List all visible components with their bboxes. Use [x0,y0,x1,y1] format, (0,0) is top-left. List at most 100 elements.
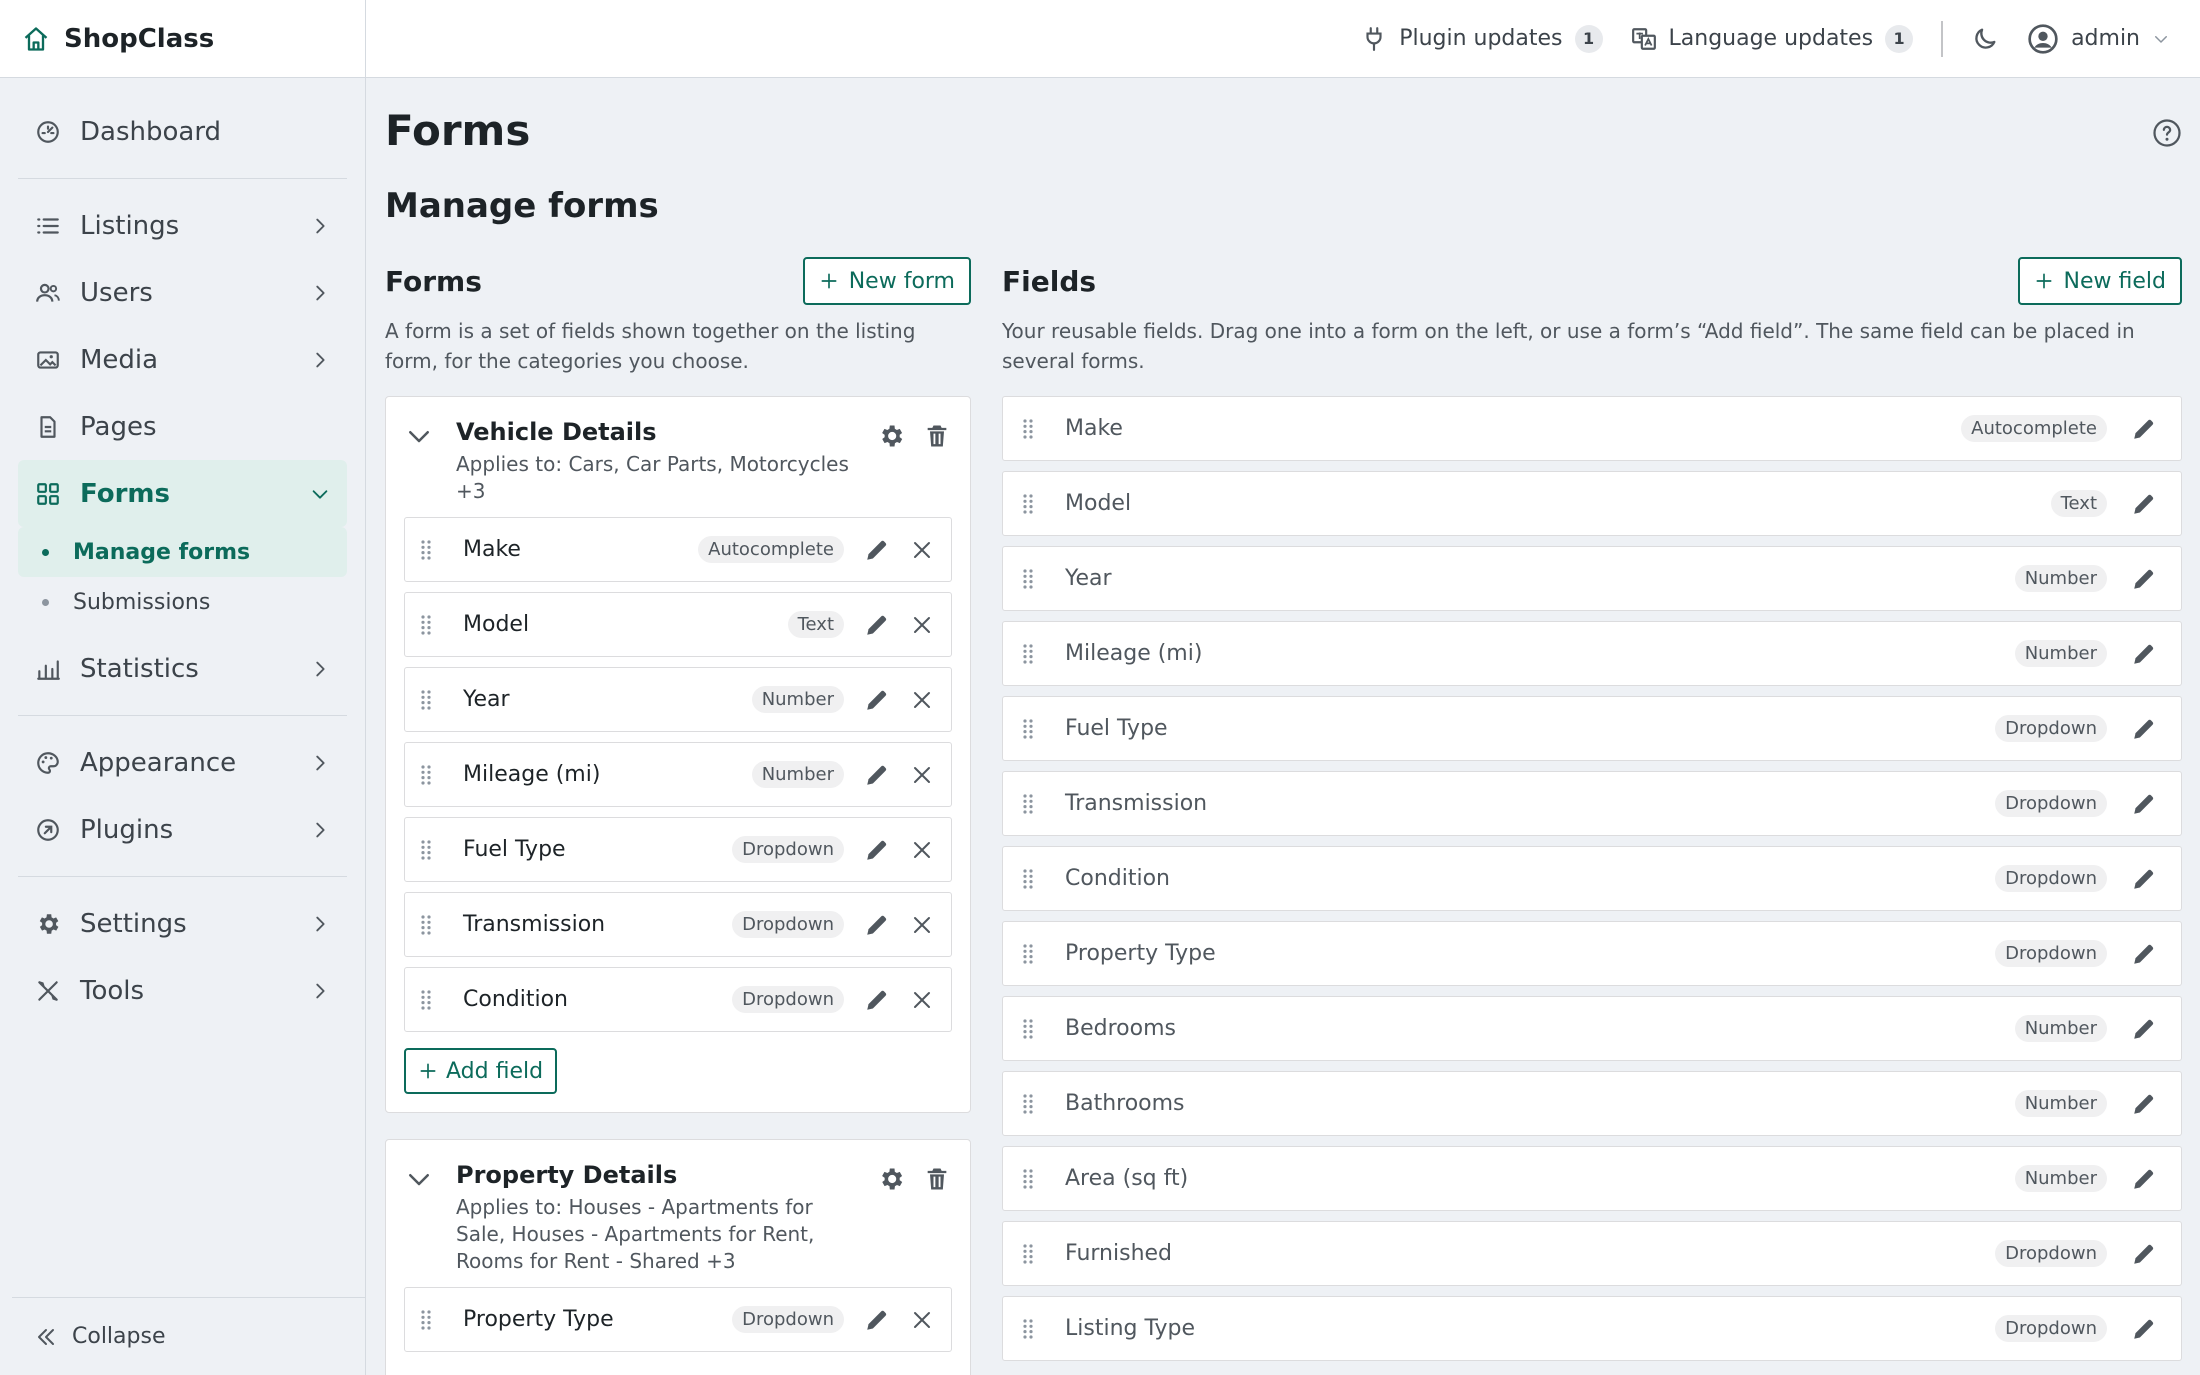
form-field-row[interactable]: Year Number [404,667,952,732]
form-field-row[interactable]: Mileage (mi) Number [404,742,952,807]
drag-handle-icon[interactable] [419,539,433,561]
remove-field-button[interactable] [907,535,937,565]
field-library-row[interactable]: Mileage (mi) Number [1002,621,2182,686]
sidebar-item-appearance[interactable]: Appearance [18,729,347,796]
drag-handle-icon[interactable] [419,914,433,936]
user-menu[interactable]: admin [2027,23,2170,55]
edit-field-button[interactable] [2129,1164,2159,1194]
sidebar-item-statistics[interactable]: Statistics [18,635,347,702]
plugin-updates-button[interactable]: Plugin updates 1 [1361,24,1603,53]
edit-field-button[interactable] [2129,714,2159,744]
delete-form-button[interactable] [922,421,952,451]
field-library-row[interactable]: Furnished Dropdown [1002,1221,2182,1286]
form-field-row[interactable]: Condition Dropdown [404,967,952,1032]
drag-handle-icon[interactable] [1021,1168,1035,1190]
chevron-down-icon[interactable] [404,1164,434,1194]
drag-handle-icon[interactable] [1021,1243,1035,1265]
edit-field-button[interactable] [2129,939,2159,969]
field-library-row[interactable]: Property Type Dropdown [1002,921,2182,986]
form-field-row[interactable]: Make Autocomplete [404,517,952,582]
form-settings-button[interactable] [876,421,906,451]
remove-field-button[interactable] [907,610,937,640]
form-field-row[interactable]: Transmission Dropdown [404,892,952,957]
edit-field-button[interactable] [862,610,892,640]
edit-field-button[interactable] [2129,639,2159,669]
drag-handle-icon[interactable] [1021,718,1035,740]
sidebar-item-dashboard[interactable]: Dashboard [18,98,347,165]
edit-field-button[interactable] [2129,1014,2159,1044]
remove-field-button[interactable] [907,685,937,715]
drag-handle-icon[interactable] [1021,643,1035,665]
drag-handle-icon[interactable] [1021,793,1035,815]
form-field-row[interactable]: Property Type Dropdown [404,1287,952,1352]
remove-field-button[interactable] [907,985,937,1015]
sidebar-item-settings[interactable]: Settings [18,890,347,957]
edit-field-button[interactable] [862,535,892,565]
sidebar-item-tools[interactable]: Tools [18,957,347,1024]
drag-handle-icon[interactable] [1021,493,1035,515]
collapse-button[interactable]: Collapse [12,1297,365,1375]
edit-field-button[interactable] [862,1305,892,1335]
form-field-row[interactable]: Model Text [404,592,952,657]
new-form-button[interactable]: New form [802,257,971,305]
edit-field-button[interactable] [2129,864,2159,894]
drag-handle-icon[interactable] [1021,1318,1035,1340]
remove-field-button[interactable] [907,1305,937,1335]
form-settings-button[interactable] [876,1164,906,1194]
field-library-row[interactable]: Bedrooms Number [1002,996,2182,1061]
field-library-row[interactable]: Condition Dropdown [1002,846,2182,911]
chevron-down-icon[interactable] [404,421,434,451]
edit-field-button[interactable] [2129,489,2159,519]
drag-handle-icon[interactable] [1021,1018,1035,1040]
drag-handle-icon[interactable] [419,839,433,861]
sidebar-item-plugins[interactable]: Plugins [18,796,347,863]
drag-handle-icon[interactable] [419,614,433,636]
remove-field-button[interactable] [907,835,937,865]
drag-handle-icon[interactable] [419,989,433,1011]
drag-handle-icon[interactable] [1021,868,1035,890]
field-library-row[interactable]: Listing Type Dropdown [1002,1296,2182,1361]
drag-handle-icon[interactable] [419,1309,433,1331]
help-icon[interactable] [2152,118,2182,148]
drag-handle-icon[interactable] [1021,943,1035,965]
field-library-row[interactable]: Year Number [1002,546,2182,611]
edit-field-button[interactable] [2129,414,2159,444]
edit-field-button[interactable] [862,985,892,1015]
add-field-button[interactable]: Add field [404,1048,558,1094]
remove-field-button[interactable] [907,760,937,790]
language-updates-button[interactable]: Language updates 1 [1631,24,1914,53]
edit-field-button[interactable] [2129,1239,2159,1269]
remove-field-button[interactable] [907,910,937,940]
edit-field-button[interactable] [862,760,892,790]
field-library-row[interactable]: Bathrooms Number [1002,1071,2182,1136]
drag-handle-icon[interactable] [419,689,433,711]
edit-field-button[interactable] [862,685,892,715]
dark-mode-toggle[interactable] [1971,25,1999,53]
drag-handle-icon[interactable] [1021,1093,1035,1115]
field-library-row[interactable]: Transmission Dropdown [1002,771,2182,836]
edit-field-button[interactable] [2129,1314,2159,1344]
drag-handle-icon[interactable] [419,764,433,786]
edit-field-button[interactable] [862,835,892,865]
brand[interactable]: ShopClass [0,0,365,78]
delete-form-button[interactable] [922,1164,952,1194]
sidebar-subitem-manage-forms[interactable]: Manage forms [18,527,347,577]
sidebar-item-media[interactable]: Media [18,326,347,393]
form-field-row[interactable]: Fuel Type Dropdown [404,817,952,882]
edit-field-button[interactable] [2129,564,2159,594]
field-library-row[interactable]: Area (sq ft) Number [1002,1146,2182,1211]
field-library-row[interactable]: Model Text [1002,471,2182,536]
edit-field-button[interactable] [2129,1089,2159,1119]
sidebar-item-listings[interactable]: Listings [18,192,347,259]
field-library-row[interactable]: Make Autocomplete [1002,396,2182,461]
sidebar-item-pages[interactable]: Pages [18,393,347,460]
sidebar-item-users[interactable]: Users [18,259,347,326]
field-library-row[interactable]: Fuel Type Dropdown [1002,696,2182,761]
sidebar-subitem-submissions[interactable]: Submissions [18,577,347,627]
drag-handle-icon[interactable] [1021,418,1035,440]
edit-field-button[interactable] [862,910,892,940]
edit-field-button[interactable] [2129,789,2159,819]
new-field-button[interactable]: New field [2017,257,2182,305]
drag-handle-icon[interactable] [1021,568,1035,590]
sidebar-item-forms[interactable]: Forms [18,460,347,527]
